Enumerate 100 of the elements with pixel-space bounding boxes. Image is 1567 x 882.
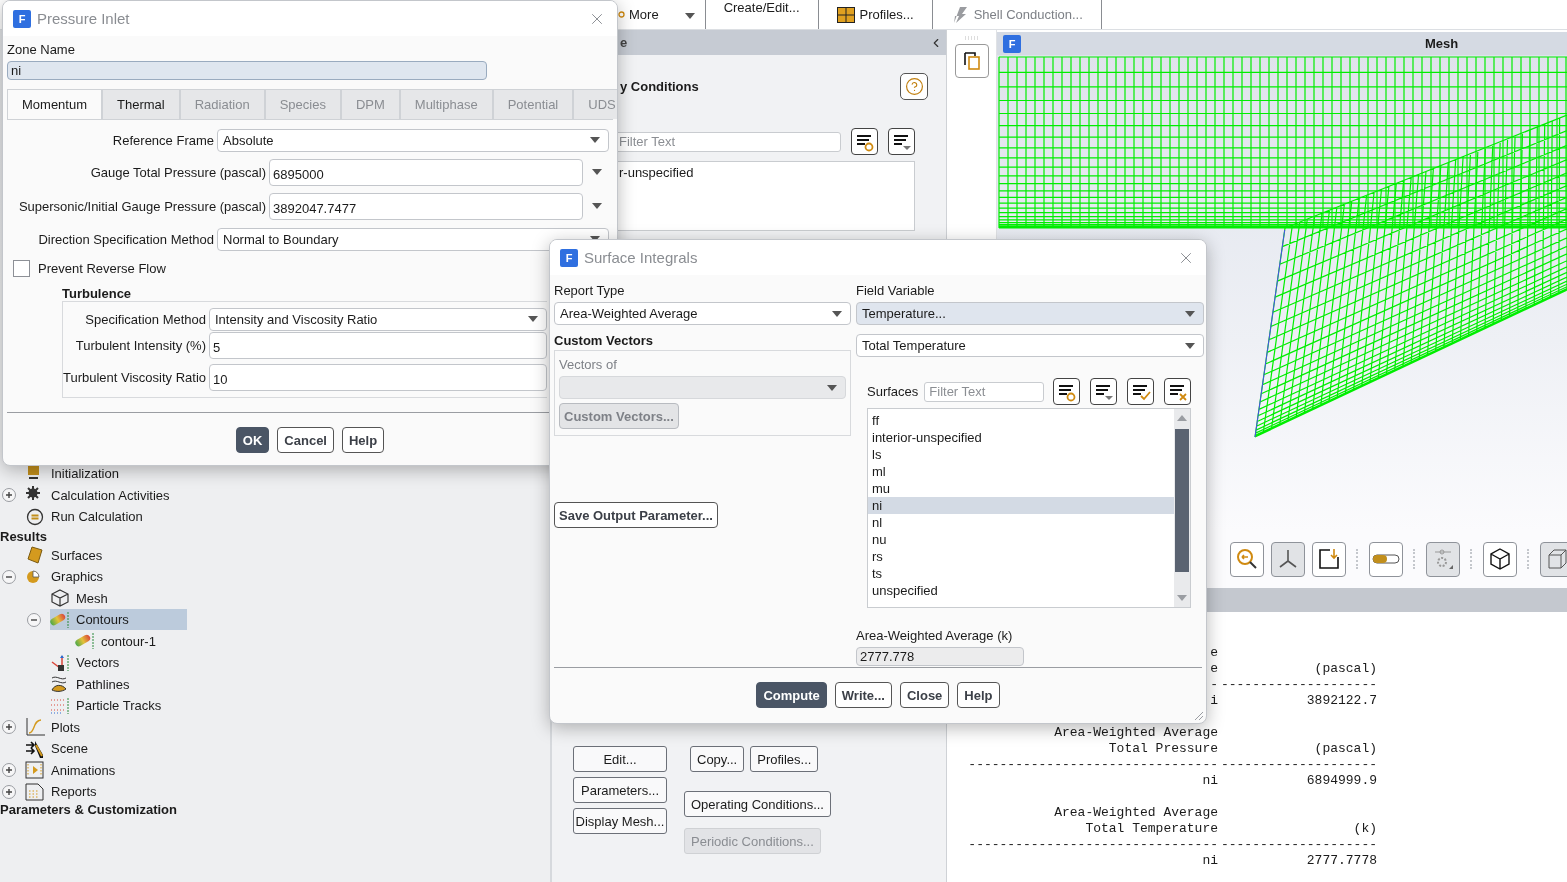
plot-icon	[25, 718, 45, 737]
field-label: Gauge Total Pressure (pascal)	[89, 164, 267, 180]
list-item[interactable]: ts	[868, 565, 1174, 582]
console-text: 6894999.9	[1306, 773, 1377, 788]
toolbar-button[interactable]	[1312, 541, 1346, 577]
dialog-button[interactable]: Write...	[834, 682, 892, 708]
toolbar-button[interactable]	[954, 44, 989, 78]
list-item[interactable]: nl	[868, 514, 1174, 531]
dialog-button[interactable]: OK	[235, 427, 270, 453]
box-icon	[1547, 547, 1567, 571]
console-text: --------------------------------	[968, 837, 1218, 852]
panel-button[interactable]: Edit...	[573, 746, 667, 772]
tree-item[interactable]: Animations	[25, 759, 174, 781]
dialog-button[interactable]: Help	[957, 682, 1000, 708]
checkbox[interactable]	[13, 259, 30, 277]
dropdown[interactable]: Temperature...	[856, 302, 1204, 325]
list-item[interactable]: ni	[868, 497, 1174, 514]
tree-item[interactable]: Initialization	[25, 463, 177, 485]
panel-button[interactable]: Display Mesh...	[573, 808, 667, 834]
text-field[interactable]: 10	[209, 363, 547, 391]
field-label: Area-Weighted Average (k)	[856, 628, 1013, 643]
group-title: Custom Vectors	[554, 333, 653, 348]
console-text: i	[1210, 693, 1218, 708]
panel-button[interactable]: Profiles...	[750, 746, 819, 772]
tree-item[interactable]: Plots	[25, 716, 138, 738]
console-text: 2777.7778	[1306, 853, 1377, 868]
text-field[interactable]: 5	[209, 331, 547, 359]
list-item[interactable]: ml	[868, 463, 1174, 480]
toolbar-button[interactable]	[1164, 378, 1191, 405]
expand-toggle[interactable]	[2, 720, 16, 735]
caret-icon	[827, 384, 837, 391]
list-item[interactable]: ls	[868, 446, 1174, 463]
tree-item[interactable]: Pathlines	[50, 673, 188, 695]
dropdown[interactable]: Area-Weighted Average	[554, 302, 851, 325]
toolbar-button[interactable]	[851, 128, 878, 155]
list-item[interactable]: r-unspecified	[615, 164, 914, 181]
text-field[interactable]: 6895000	[269, 158, 583, 186]
tree-item[interactable]: Mesh	[50, 587, 166, 609]
toolbar-button[interactable]	[1053, 378, 1080, 405]
console-text: (pascal)	[1314, 741, 1377, 756]
console-text: e	[1210, 645, 1218, 660]
text-field[interactable]: 3892047.7477	[269, 192, 583, 220]
panel-button[interactable]: Operating Conditions...	[684, 791, 831, 817]
caret-icon	[528, 316, 538, 322]
collapse-toggle[interactable]	[2, 569, 16, 584]
caret-icon	[684, 13, 695, 19]
tree-item[interactable]: Scene	[25, 738, 146, 760]
tree-item[interactable]: Reports	[25, 781, 155, 803]
tree-item[interactable]: Contours	[50, 609, 187, 631]
console-text: 3892122.7	[1306, 693, 1377, 708]
tree-item[interactable]: Particle Tracks	[50, 695, 220, 717]
list-item[interactable]: mu	[868, 480, 1174, 497]
tree-item[interactable]: Run Calculation	[25, 506, 201, 528]
list-item[interactable]: unspecified	[868, 582, 1174, 599]
panel-button[interactable]: Copy...	[690, 746, 745, 772]
toolbar-button[interactable]	[888, 128, 915, 155]
console-text: --------------------	[1220, 837, 1377, 852]
list-item[interactable]: ff	[868, 412, 1174, 429]
dialog-button[interactable]: Compute	[756, 682, 827, 708]
save-parameter-button[interactable]: Save Output Parameter...	[554, 502, 718, 528]
toolbar-button[interactable]	[1090, 378, 1117, 405]
panel-title: y Conditions	[620, 79, 699, 94]
list-item[interactable]: nu	[868, 531, 1174, 548]
dialog-button[interactable]: Cancel	[277, 427, 334, 453]
dropdown[interactable]: Total Temperature	[856, 334, 1204, 357]
dropdown[interactable]: Absolute	[217, 128, 609, 152]
tree-item[interactable]: contour-1	[75, 630, 214, 652]
cube-icon	[50, 589, 70, 608]
copy-icon	[962, 52, 981, 70]
tree-item[interactable]: Graphics	[25, 566, 162, 588]
expand-toggle[interactable]	[2, 763, 16, 778]
zone-name-field[interactable]: ni	[7, 61, 487, 80]
viewport-title: Mesh	[1425, 36, 1459, 51]
dialog-button[interactable]: Close	[899, 682, 950, 708]
help-button[interactable]	[900, 73, 928, 100]
console-text: ni	[1202, 773, 1218, 788]
collapse-toggle[interactable]	[27, 612, 41, 627]
resize-grip[interactable]	[1192, 709, 1204, 721]
toolbar-button[interactable]	[1127, 378, 1154, 405]
panel-button[interactable]: Parameters...	[573, 777, 667, 803]
panel-title: e	[620, 35, 628, 50]
tab[interactable]: Momentum	[7, 89, 103, 119]
dropdown[interactable]: Intensity and Viscosity Ratio	[209, 307, 547, 331]
toolbar-button[interactable]	[1483, 541, 1517, 577]
tree-item[interactable]: Vectors	[50, 652, 178, 674]
console-text: (pascal)	[1314, 661, 1377, 676]
field-label: Zone Name	[7, 42, 75, 57]
console-text: ni	[1202, 853, 1218, 868]
console-text: Area-Weighted Average	[1054, 725, 1218, 740]
dialog-button[interactable]: Help	[342, 427, 385, 453]
plus-icon	[5, 766, 13, 775]
tree-item[interactable]: Calculation Activities	[25, 484, 228, 506]
tree-item[interactable]: Surfaces	[25, 544, 161, 566]
expand-toggle[interactable]	[2, 784, 16, 799]
list-item[interactable]: interior-unspecified	[868, 429, 1174, 446]
expand-toggle[interactable]	[2, 488, 16, 503]
toolbar-button[interactable]: Create/Edit...	[705, 0, 819, 29]
list-item[interactable]: rs	[868, 548, 1174, 565]
tab[interactable]: Thermal	[102, 89, 180, 119]
toolbar-button[interactable]: Profiles...	[818, 0, 933, 29]
